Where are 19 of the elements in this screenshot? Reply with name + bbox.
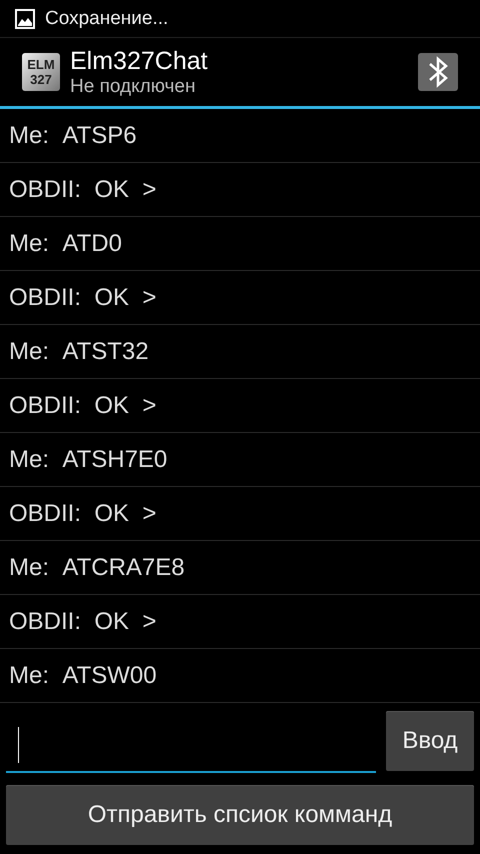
message-text: OBDII: OK > — [9, 608, 156, 636]
app-title: Elm327Chat — [70, 46, 209, 76]
message-text: Me: ATST32 — [9, 338, 149, 366]
message-text: OBDII: OK > — [9, 176, 156, 204]
message-text: OBDII: OK > — [9, 284, 156, 312]
notification-text: Сохранение... — [45, 8, 168, 30]
connection-status: Не подключен — [70, 76, 196, 98]
app-logo: ELM 327 — [22, 53, 60, 91]
bluetooth-button[interactable] — [418, 53, 458, 91]
message-text: Me: ATSH7E0 — [9, 446, 168, 474]
message-text: Me: ATSW00 — [9, 662, 157, 690]
message-text: Me: ATD0 — [9, 230, 122, 258]
picture-icon — [15, 8, 35, 28]
message-text: Me: ATSP6 — [9, 122, 137, 150]
message-text: OBDII: OK > — [9, 392, 156, 420]
message-text: Me: ATCRA7E8 — [9, 554, 185, 582]
message-text: OBDII: OK > — [9, 500, 156, 528]
send-list-button[interactable]: Отправить спсиок комманд — [6, 785, 474, 845]
send-button[interactable]: Ввод — [386, 711, 474, 771]
